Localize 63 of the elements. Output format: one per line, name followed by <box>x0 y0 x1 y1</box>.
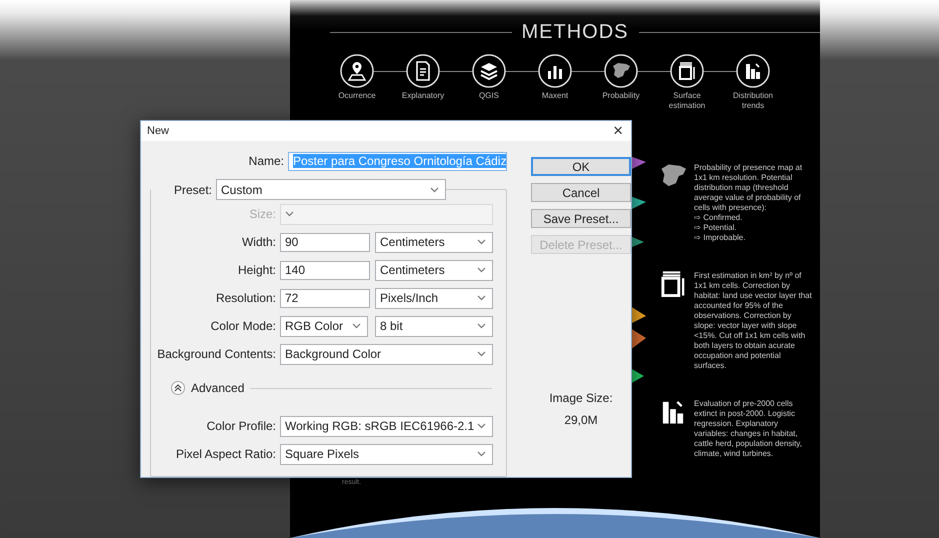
dropdown[interactable]: RGB Color <box>280 316 368 336</box>
field-label: Background Contents: <box>156 347 277 361</box>
dialog-button[interactable]: Cancel <box>531 183 631 202</box>
chevrons-up-icon <box>174 384 182 392</box>
chevron-down-icon <box>477 239 486 245</box>
chevron-down-icon <box>477 451 486 457</box>
chevron-down-icon <box>477 295 486 301</box>
field-label: Height: <box>236 263 277 277</box>
input-field[interactable]: 140 <box>280 260 370 280</box>
step-label: Ocurrence <box>338 91 376 101</box>
section-label: Advanced <box>191 381 244 395</box>
chevron-down-icon <box>477 351 486 357</box>
dropdown[interactable]: Centimeters <box>375 260 493 280</box>
dropdown[interactable]: Centimeters <box>375 232 493 252</box>
image-size-label: Image Size: <box>549 391 613 405</box>
note-text: Probability of presence map at 1x1 km resolution. Potential distribution map (threshold average value of probability of cells with presence): ⇨ Confirmed. ⇨ Potential. ⇨ Improbable. <box>694 163 804 243</box>
chevron-down-icon <box>285 211 294 217</box>
chevron-down-icon <box>477 423 486 429</box>
dropdown[interactable]: 8 bit <box>375 316 493 336</box>
input-field[interactable]: 90 <box>280 232 370 252</box>
field-label: Pixel Aspect Ratio: <box>174 447 277 461</box>
step-label: QGIS <box>478 91 499 101</box>
image-size-value: 29,0M <box>563 413 599 427</box>
note-text: Evaluation of pre-2000 cells extinct in post-2000. Logistic regression. Explanatory variables: changes in habitat, cattle herd, population density, climate, wind turbines. <box>694 399 803 459</box>
dialog-title: New <box>147 125 170 137</box>
field-label: Preset: <box>172 182 213 196</box>
field-label: Name: <box>248 154 285 168</box>
dialog-button[interactable]: Save Preset... <box>531 209 631 228</box>
chart-icon <box>660 399 686 425</box>
close-button[interactable]: × <box>611 122 625 140</box>
dropdown[interactable]: Custom <box>216 179 446 200</box>
document-icon <box>406 54 440 88</box>
step-label: Maxent <box>542 91 568 101</box>
step-label: Explanatory <box>402 91 444 101</box>
dropdown[interactable]: Background Color <box>280 344 493 364</box>
chevron-down-icon <box>352 323 361 329</box>
map-icon <box>660 163 686 189</box>
map-icon <box>604 54 638 88</box>
dialog-button[interactable]: OK <box>531 157 631 176</box>
dropdown[interactable]: Pixels/Inch <box>375 288 493 308</box>
chevron-down-icon <box>477 323 486 329</box>
chart-icon <box>736 54 770 88</box>
field-label: Width: <box>240 235 277 249</box>
step-label: Surface estimation <box>668 91 706 111</box>
field-label: Color Profile: <box>206 419 277 433</box>
map-pin-icon <box>340 54 374 88</box>
poster-title: METHODS <box>522 21 628 44</box>
frame-icon <box>660 271 686 297</box>
chevron-down-icon <box>477 267 486 273</box>
dropdown[interactable]: Working RGB: sRGB IEC61966-2.1 <box>280 416 493 436</box>
field-label: Resolution: <box>214 291 277 305</box>
bar-chart-icon <box>538 54 572 88</box>
chevron-down-icon <box>430 186 439 192</box>
collapse-button[interactable] <box>171 381 185 395</box>
dropdown[interactable]: Square Pixels <box>280 444 493 464</box>
step-label: Probability <box>602 91 640 101</box>
layers-icon <box>472 54 506 88</box>
note-text: First estimation in km² by nº of 1x1 km cells. Correction by habitat: land use vector layer that accounted for 95% of the observations. Correction by slope: vector layer with slope <15%. Cut off 1x1 km cells with both layers to obtain acurate occupation and potential surfaces. <box>694 271 812 371</box>
field-label: Size: <box>248 207 277 221</box>
frame-icon <box>670 54 704 88</box>
step-label: Distribution trends <box>732 91 773 111</box>
input-field[interactable]: 72 <box>280 288 370 308</box>
field-label: Color Mode: <box>210 319 277 333</box>
